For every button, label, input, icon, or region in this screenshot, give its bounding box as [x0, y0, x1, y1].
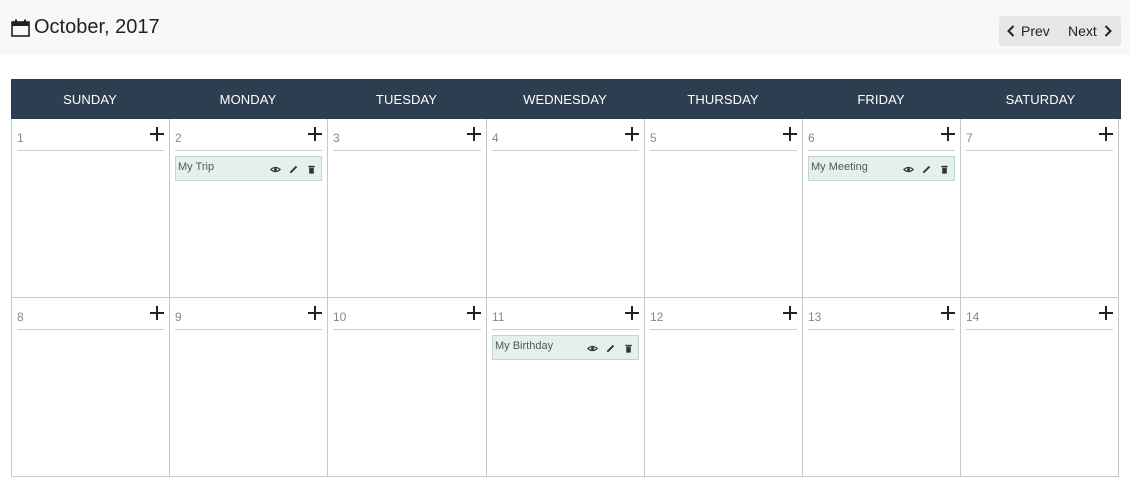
- weekday-tuesday: TUESDAY: [375, 91, 438, 107]
- calendar-toolbar: October, 2017 Prev Next: [0, 0, 1130, 55]
- add-event-plus-icon[interactable]: [150, 127, 164, 141]
- day-header: 14: [966, 306, 1113, 330]
- day-header: 13: [808, 306, 955, 330]
- event-my-trip[interactable]: My Trip: [175, 156, 322, 181]
- day-number: 9: [175, 310, 182, 324]
- add-event-plus-icon[interactable]: [308, 306, 322, 320]
- weekday-header: SUNDAY MONDAY TUESDAY WEDNESDAY THURSDAY…: [11, 79, 1121, 119]
- pencil-icon[interactable]: [288, 164, 299, 175]
- day-cell[interactable]: 6 My Meeting: [803, 119, 961, 298]
- event-title: My Meeting: [811, 161, 868, 173]
- day-cell[interactable]: 11 My Birthday: [487, 298, 645, 477]
- day-number: 5: [650, 131, 657, 145]
- eye-icon[interactable]: [270, 164, 281, 175]
- add-event-plus-icon[interactable]: [150, 306, 164, 320]
- add-event-plus-icon[interactable]: [467, 306, 481, 320]
- day-cell[interactable]: 2 My Trip: [170, 119, 328, 298]
- day-cell[interactable]: 1: [11, 119, 170, 298]
- day-cell[interactable]: 5: [645, 119, 803, 298]
- add-event-plus-icon[interactable]: [1099, 306, 1113, 320]
- add-event-plus-icon[interactable]: [783, 127, 797, 141]
- day-number: 13: [808, 310, 822, 324]
- next-month-button[interactable]: Next: [1057, 16, 1112, 46]
- calendar-icon: [11, 19, 30, 37]
- trash-icon[interactable]: [306, 164, 317, 175]
- day-cell[interactable]: 10: [328, 298, 487, 477]
- day-number: 11: [492, 310, 505, 324]
- day-number: 10: [333, 310, 347, 324]
- weekday-sunday: SUNDAY: [63, 91, 117, 107]
- pencil-icon[interactable]: [605, 343, 616, 354]
- next-label: Next: [1068, 23, 1097, 39]
- add-event-plus-icon[interactable]: [941, 306, 955, 320]
- weekday-monday: MONDAY: [219, 91, 277, 107]
- month-navigation: Prev Next: [999, 16, 1121, 46]
- month-title: October, 2017: [34, 16, 160, 38]
- day-cell[interactable]: 12: [645, 298, 803, 477]
- prev-month-button[interactable]: Prev: [999, 16, 1057, 46]
- day-cell[interactable]: 4: [487, 119, 645, 298]
- day-header: 7: [966, 127, 1113, 151]
- day-header: 1: [17, 127, 164, 151]
- day-number: 8: [17, 310, 24, 324]
- calendar-week: 8 9 10 11 My Birthday 12 13 14: [11, 298, 1121, 477]
- day-cell[interactable]: 7: [961, 119, 1119, 298]
- day-cell[interactable]: 13: [803, 298, 961, 477]
- day-cell[interactable]: 9: [170, 298, 328, 477]
- event-my-meeting[interactable]: My Meeting: [808, 156, 955, 181]
- add-event-plus-icon[interactable]: [308, 127, 322, 141]
- day-number: 6: [808, 131, 815, 145]
- prev-label: Prev: [1021, 23, 1050, 39]
- day-number: 7: [966, 131, 973, 145]
- weekday-friday: FRIDAY: [857, 91, 905, 107]
- day-header: 10: [333, 306, 481, 330]
- day-header: 3: [333, 127, 481, 151]
- weekday-thursday: THURSDAY: [687, 91, 759, 107]
- day-number: 1: [17, 131, 24, 145]
- page-title: October, 2017: [11, 16, 160, 39]
- day-number: 12: [650, 310, 664, 324]
- event-actions: [270, 164, 317, 175]
- event-title: My Trip: [178, 161, 215, 173]
- eye-icon[interactable]: [903, 164, 914, 175]
- add-event-plus-icon[interactable]: [625, 127, 639, 141]
- day-number: 2: [175, 131, 182, 145]
- add-event-plus-icon[interactable]: [467, 127, 481, 141]
- pencil-icon[interactable]: [921, 164, 932, 175]
- day-number: 3: [333, 131, 340, 145]
- day-cell[interactable]: 3: [328, 119, 487, 298]
- day-cell[interactable]: 8: [11, 298, 170, 477]
- day-header: 9: [175, 306, 322, 330]
- month-calendar: SUNDAY MONDAY TUESDAY WEDNESDAY THURSDAY…: [11, 79, 1121, 477]
- calendar-week: 1 2 My Trip 3 4 5 6 My Meeting 7: [11, 119, 1121, 298]
- event-actions: [903, 164, 950, 175]
- day-header: 12: [650, 306, 797, 330]
- day-header: 8: [17, 306, 164, 330]
- day-number: 14: [966, 310, 980, 324]
- eye-icon[interactable]: [587, 343, 598, 354]
- day-header: 11: [492, 306, 639, 330]
- day-cell[interactable]: 14: [961, 298, 1119, 477]
- day-header: 6: [808, 127, 955, 151]
- event-my-birthday[interactable]: My Birthday: [492, 335, 639, 360]
- weekday-saturday: SATURDAY: [1005, 91, 1076, 107]
- event-actions: [587, 343, 634, 354]
- add-event-plus-icon[interactable]: [941, 127, 955, 141]
- day-number: 4: [492, 131, 499, 145]
- add-event-plus-icon[interactable]: [1099, 127, 1113, 141]
- weekday-wednesday: WEDNESDAY: [523, 91, 607, 107]
- day-header: 4: [492, 127, 639, 151]
- trash-icon[interactable]: [623, 343, 634, 354]
- day-header: 2: [175, 127, 322, 151]
- day-header: 5: [650, 127, 797, 151]
- trash-icon[interactable]: [939, 164, 950, 175]
- chevron-left-icon: [1007, 25, 1015, 37]
- add-event-plus-icon[interactable]: [625, 306, 639, 320]
- event-title: My Birthday: [495, 340, 554, 352]
- chevron-right-icon: [1104, 25, 1112, 37]
- add-event-plus-icon[interactable]: [783, 306, 797, 320]
